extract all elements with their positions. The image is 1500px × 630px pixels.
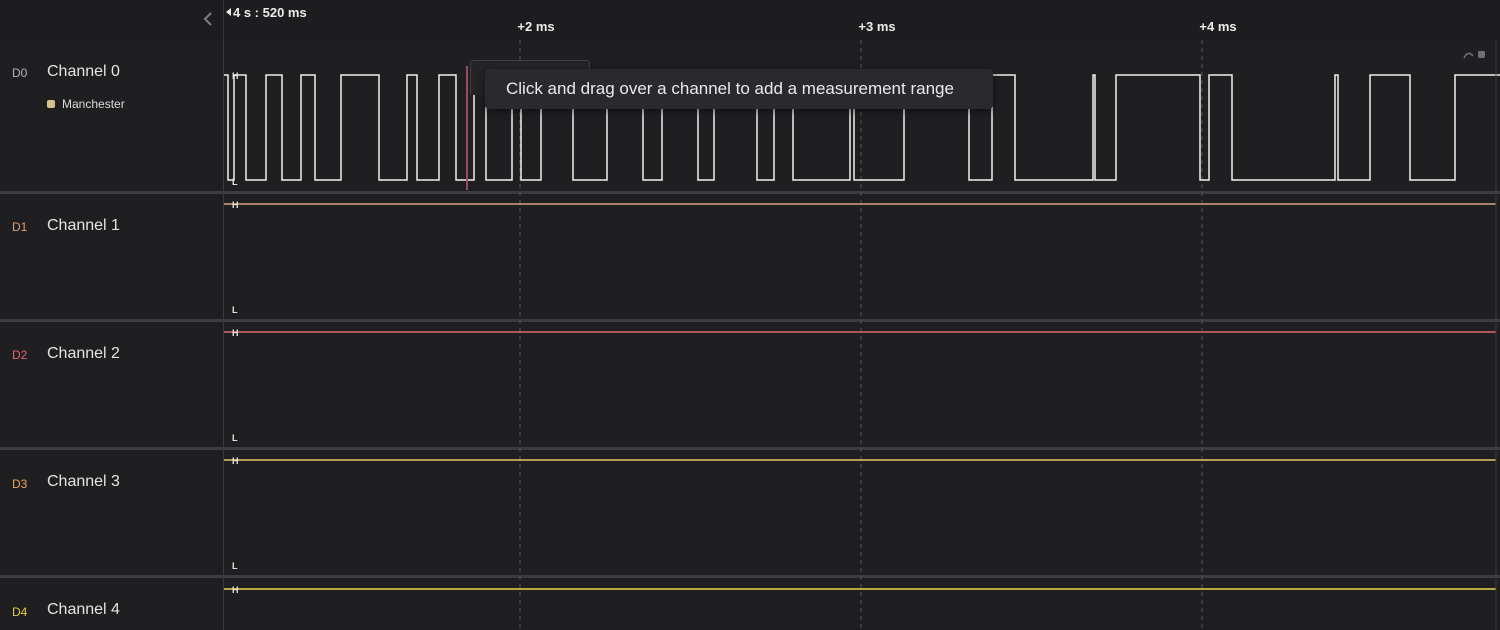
cursor-marker[interactable]	[466, 66, 468, 190]
analyzer-name: Manchester	[62, 97, 125, 111]
channel-label-panel[interactable]: D3 Channel 3	[0, 450, 224, 575]
left-triangle-icon	[226, 8, 231, 16]
level-low-marker: L	[232, 305, 238, 315]
level-high-marker: H	[232, 585, 239, 595]
tick-label-2ms: +2 ms	[517, 19, 555, 34]
logic-analyzer-app: 4 s : 520 ms +2 ms +3 ms +4 ms D0 Channe…	[0, 0, 1500, 630]
chevron-left-icon[interactable]	[198, 8, 218, 30]
level-high-marker: H	[232, 328, 239, 338]
level-high-marker: H	[232, 200, 239, 210]
channel-id: D2	[12, 348, 28, 362]
channel-name[interactable]: Channel 4	[47, 601, 120, 619]
channel-label-panel[interactable]: D1 Channel 1	[0, 194, 224, 319]
channel-id: D1	[12, 220, 28, 234]
tick-label-4ms: +4 ms	[1199, 19, 1237, 34]
channel-name[interactable]: Channel 1	[47, 217, 120, 235]
header-divider	[223, 0, 224, 40]
channel-id: D0	[12, 66, 28, 80]
level-low-marker: L	[232, 433, 238, 443]
waveform-area[interactable]: H L H L H L H L H	[224, 40, 1500, 630]
channel-label-panel[interactable]: D4 Channel 4	[0, 578, 224, 630]
channel-name[interactable]: Channel 2	[47, 345, 120, 363]
time-origin-value: 4 s : 520 ms	[233, 5, 307, 20]
channel-name[interactable]: Channel 0	[47, 63, 120, 81]
time-ruler[interactable]: 4 s : 520 ms +2 ms +3 ms +4 ms	[0, 0, 1500, 41]
time-origin-label[interactable]: 4 s : 520 ms	[226, 5, 307, 20]
loop-icon[interactable]	[1462, 48, 1488, 62]
hint-text: Click and drag over a channel to add a m…	[506, 79, 954, 98]
level-high-marker: H	[232, 71, 239, 81]
channel-id: D3	[12, 477, 28, 491]
level-high-marker: H	[232, 456, 239, 466]
level-low-marker: L	[232, 177, 238, 187]
channel-id: D4	[12, 605, 28, 619]
channel-label-panel[interactable]: D2 Channel 2	[0, 322, 224, 447]
channel-name[interactable]: Channel 3	[47, 473, 120, 491]
analyzer-tag[interactable]: Manchester	[47, 97, 125, 111]
channel-label-panel[interactable]: D0 Channel 0 Manchester	[0, 40, 224, 191]
tick-label-3ms: +3 ms	[858, 19, 896, 34]
hint-tooltip: Click and drag over a channel to add a m…	[485, 69, 993, 109]
analyzer-color-dot	[47, 100, 55, 108]
level-low-marker: L	[232, 561, 238, 571]
waveform-canvas[interactable]: H L H L H L H L H	[224, 40, 1500, 630]
